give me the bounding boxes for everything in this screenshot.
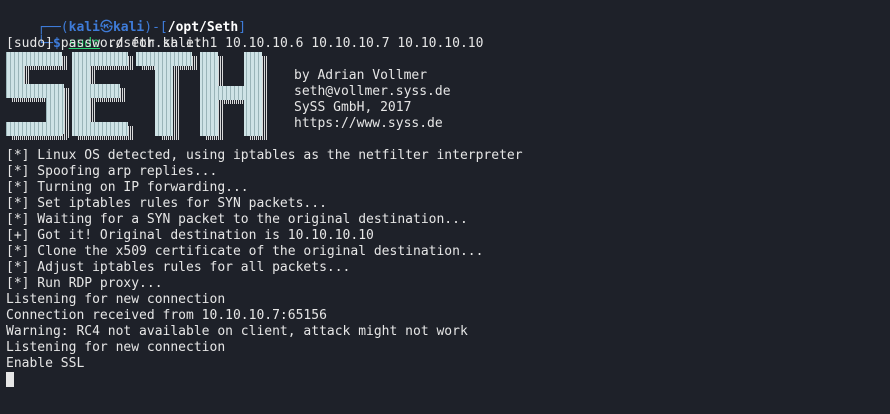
- banner-company: SySS GmbH, 2017: [294, 100, 412, 115]
- prompt-line-command: └─$ sudo ./seth.sh eth1 10.10.10.6 10.10…: [6, 20, 483, 51]
- output-line: [*] Turning on IP forwarding...: [6, 180, 249, 195]
- prompt-line-top: ┌──(kali㉿kali)-[/opt/Seth]: [6, 4, 246, 35]
- output-line: [*] Clone the x509 certificate of the or…: [6, 244, 484, 259]
- seth-logo: [6, 52, 271, 142]
- output-line: Enable SSL: [6, 356, 85, 371]
- output-line: Warning: RC4 not available on client, at…: [6, 324, 468, 339]
- output-line: [*] Set iptables rules for SYN packets..…: [6, 196, 327, 211]
- output-line: [*] Spoofing arp replies...: [6, 164, 218, 179]
- output-line: [*] Adjust iptables rules for all packet…: [6, 260, 351, 275]
- output-line: Connection received from 10.10.10.7:6515…: [6, 308, 327, 323]
- banner-email: seth@vollmer.syss.de: [294, 84, 451, 99]
- output-line: [+] Got it! Original destination is 10.1…: [6, 228, 374, 243]
- banner-url: https://www.syss.de: [294, 116, 443, 131]
- output-line: Listening for new connection: [6, 340, 226, 355]
- terminal-cursor[interactable]: [6, 372, 14, 387]
- output-line: [*] Run RDP proxy...: [6, 276, 163, 291]
- seth-logo-graphic: [6, 52, 268, 140]
- output-line: [*] Waiting for a SYN packet to the orig…: [6, 212, 468, 227]
- sudo-password-prompt: [sudo] password for kali:: [6, 36, 202, 51]
- output-line: Listening for new connection: [6, 292, 226, 307]
- banner-author: by Adrian Vollmer: [294, 68, 428, 83]
- terminal-window[interactable]: ┌──(kali㉿kali)-[/opt/Seth] └─$ sudo ./se…: [0, 0, 890, 414]
- output-line: [*] Linux OS detected, using iptables as…: [6, 148, 523, 163]
